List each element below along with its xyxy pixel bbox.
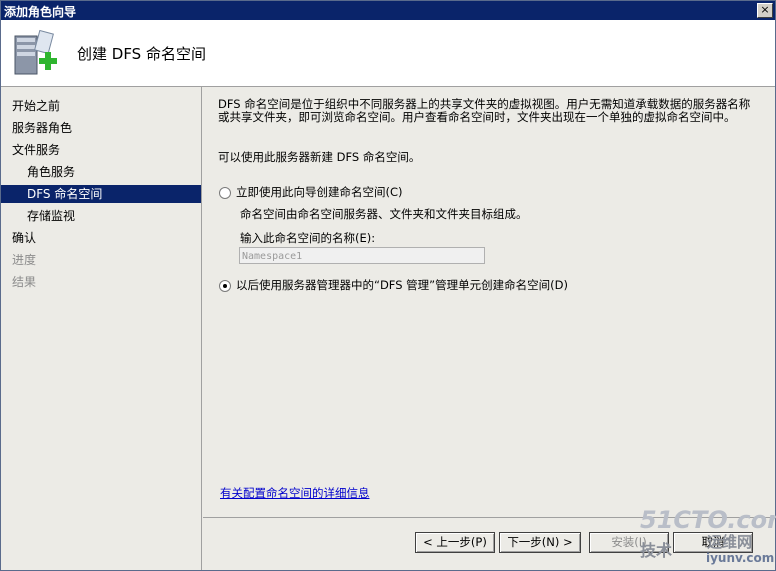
previous-button[interactable]: < 上一步(P) <box>415 532 495 553</box>
sidebar-item-role-services[interactable]: 角色服务 <box>1 163 201 181</box>
sidebar-item-server-roles[interactable]: 服务器角色 <box>1 119 201 137</box>
wizard-steps-sidebar: 开始之前 服务器角色 文件服务 角色服务 DFS 命名空间 存储监视 确认 进度… <box>1 87 202 570</box>
namespace-name-input[interactable]: Namespace1 <box>239 247 485 264</box>
namespace-name-label: 输入此命名空间的名称(E): <box>240 231 376 245</box>
sidebar-item-file-services[interactable]: 文件服务 <box>1 141 201 159</box>
wizard-header: 创建 DFS 命名空间 <box>1 20 775 87</box>
namespace-hint: 可以使用此服务器新建 DFS 命名空间。 <box>218 150 421 164</box>
next-button[interactable]: 下一步(N) > <box>499 532 581 553</box>
sidebar-item-progress: 进度 <box>12 253 37 267</box>
create-now-radio[interactable] <box>219 187 231 199</box>
watermark-yunwei: 运维网 <box>707 533 753 551</box>
watermark-51cto: 51CTO.com <box>640 506 776 534</box>
wizard-window: 添加角色向导 × 创建 DFS 命名空间 开始之前 服务器角色 文件服务 角色服… <box>0 0 776 571</box>
sidebar-item-storage-monitoring[interactable]: 存储监视 <box>1 207 201 225</box>
sidebar-item-dfs-namespace[interactable]: DFS 命名空间 <box>1 185 201 203</box>
close-button[interactable]: × <box>757 3 773 18</box>
create-later-radio[interactable] <box>219 280 231 292</box>
namespace-description: DFS 命名空间是位于组织中不同服务器上的共享文件夹的虚拟视图。用户无需知道承载… <box>218 97 751 124</box>
sidebar-item-confirmation[interactable]: 确认 <box>1 229 201 247</box>
create-now-subtext: 命名空间由命名空间服务器、文件夹和文件夹目标组成。 <box>240 207 528 221</box>
wizard-content: DFS 命名空间是位于组织中不同服务器上的共享文件夹的虚拟视图。用户无需知道承载… <box>203 87 775 517</box>
create-later-label[interactable]: 以后使用服务器管理器中的“DFS 管理”管理单元创建命名空间(D) <box>236 277 568 293</box>
close-icon: × <box>760 3 770 16</box>
title-bar[interactable]: 添加角色向导 × <box>1 1 775 20</box>
sidebar-item-results: 结果 <box>12 275 37 289</box>
watermark-tech: 技术 <box>640 541 673 560</box>
watermark-iyunv: iyunv.com <box>706 551 775 565</box>
sidebar-item-before-you-begin[interactable]: 开始之前 <box>1 97 201 115</box>
window-title: 添加角色向导 <box>4 5 77 19</box>
create-now-label[interactable]: 立即使用此向导创建命名空间(C) <box>236 184 403 200</box>
more-info-link[interactable]: 有关配置命名空间的详细信息 <box>220 485 370 501</box>
page-title: 创建 DFS 命名空间 <box>77 45 206 63</box>
server-add-icon <box>14 29 57 75</box>
